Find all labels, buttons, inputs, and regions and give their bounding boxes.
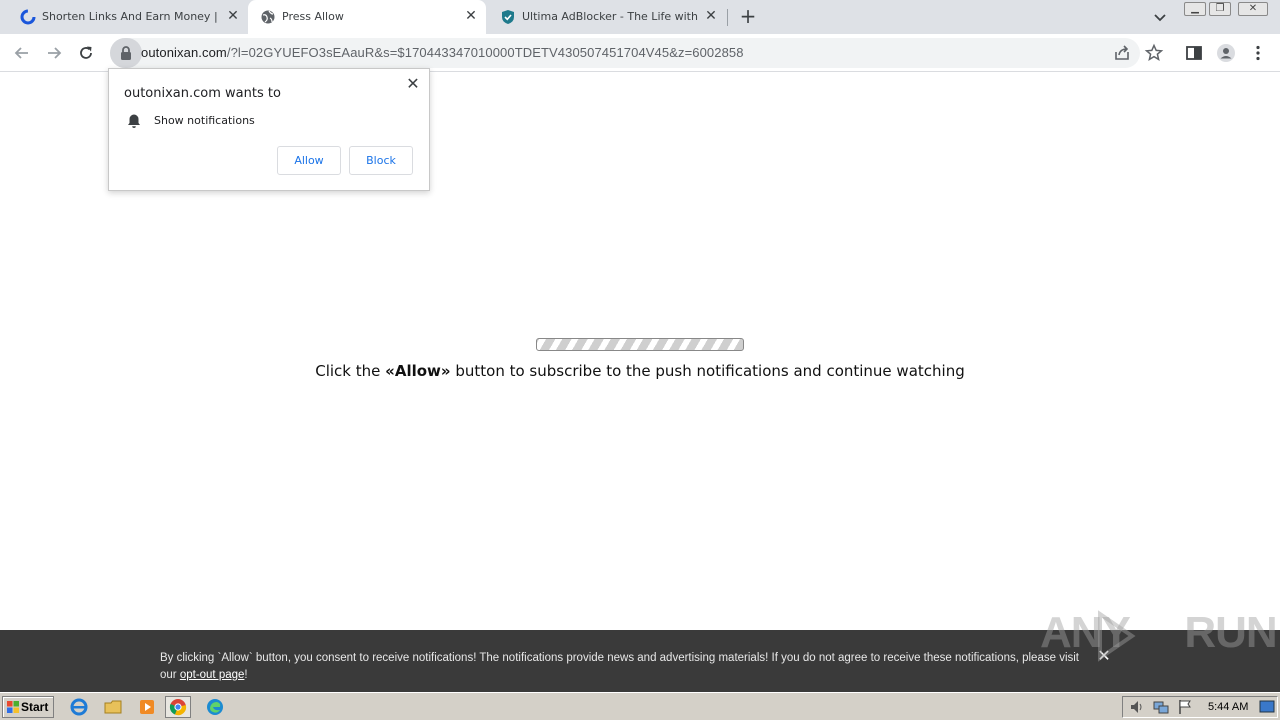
block-button[interactable]: Block	[349, 146, 413, 175]
close-icon[interactable]: ✕	[405, 76, 421, 92]
url-host: outonixan.com	[141, 45, 227, 60]
shield-icon	[502, 10, 514, 24]
tab-separator	[727, 9, 728, 26]
prompt-text-start: Click the	[315, 362, 386, 380]
share-icon[interactable]	[1112, 43, 1132, 63]
notification-permission-popup: outonixan.com wants to ✕ Show notificati…	[108, 68, 430, 191]
lock-icon	[121, 46, 131, 60]
anyrun-watermark: ANY RUN	[1040, 608, 1278, 662]
globe-icon	[261, 10, 275, 24]
folder-icon[interactable]	[104, 698, 122, 716]
chrome-taskbar-button[interactable]	[165, 696, 191, 718]
url-path: /?l=02GYUEFO3sEAauR&s=$170443347010000TD…	[226, 45, 744, 60]
windows-flag-icon	[7, 701, 19, 713]
show-desktop-icon[interactable]	[1258, 698, 1276, 716]
back-arrow-icon[interactable]	[12, 43, 32, 63]
restore-button[interactable]: ❐	[1209, 2, 1231, 16]
tab-cuty[interactable]: Shorten Links And Earn Money | cuty ✕	[8, 0, 246, 34]
start-label: Start	[21, 700, 49, 714]
bookmark-star-icon[interactable]	[1144, 43, 1164, 63]
consent-message-end: !	[244, 669, 248, 681]
play-logo-icon	[1098, 610, 1136, 662]
subscribe-prompt: Click the «Allow» button to subscribe to…	[0, 362, 1280, 380]
permission-title: outonixan.com wants to	[124, 86, 281, 101]
tab-strip: Shorten Links And Earn Money | cuty ✕ Pr…	[0, 0, 1280, 34]
profile-avatar-icon[interactable]	[1216, 43, 1236, 63]
close-tab-icon[interactable]: ✕	[226, 9, 240, 23]
consent-message: By clicking `Allow` button, you consent …	[160, 652, 1079, 681]
close-tab-icon[interactable]: ✕	[704, 9, 718, 23]
network-icon[interactable]	[1152, 698, 1170, 716]
tab-ultima-adblocker[interactable]: Ultima AdBlocker - The Life without A ✕	[488, 0, 726, 34]
prompt-allow-highlight: «Allow»	[385, 362, 451, 380]
cuty-favicon	[20, 9, 36, 25]
close-tab-icon[interactable]: ✕	[464, 9, 478, 23]
tab-title: Press Allow	[282, 10, 344, 23]
permission-description: Show notifications	[154, 114, 255, 127]
volume-icon[interactable]	[1128, 698, 1146, 716]
prompt-text-end: button to subscribe to the push notifica…	[450, 362, 965, 380]
reload-icon[interactable]	[76, 43, 96, 63]
chevron-down-icon[interactable]	[1152, 9, 1168, 25]
new-tab-button[interactable]: +	[738, 6, 758, 27]
side-panel-icon[interactable]	[1184, 43, 1204, 63]
minimize-button[interactable]: ▁	[1184, 2, 1206, 16]
address-bar[interactable]: outonixan.com/?l=02GYUEFO3sEAauR&s=$1704…	[110, 38, 1140, 68]
allow-button[interactable]: Allow	[277, 146, 341, 175]
taskbar: Start 5:44 AM	[0, 692, 1280, 720]
chrome-icon	[169, 699, 187, 716]
loading-progress-bar	[536, 338, 744, 351]
edge-icon[interactable]	[206, 698, 224, 716]
browser-toolbar: outonixan.com/?l=02GYUEFO3sEAauR&s=$1704…	[0, 34, 1280, 72]
tab-title: Shorten Links And Earn Money | cuty	[42, 10, 218, 23]
tab-press-allow[interactable]: Press Allow ✕	[248, 0, 486, 34]
taskbar-clock[interactable]: 5:44 AM	[1208, 701, 1248, 713]
bell-icon	[128, 114, 140, 128]
start-button[interactable]: Start	[2, 696, 54, 718]
consent-text: By clicking `Allow` button, you consent …	[160, 650, 1090, 684]
media-player-icon[interactable]	[138, 698, 156, 716]
more-menu-icon[interactable]	[1248, 43, 1268, 63]
url-text[interactable]: outonixan.com/?l=02GYUEFO3sEAauR&s=$1704…	[141, 45, 744, 60]
forward-arrow-icon[interactable]	[44, 43, 64, 63]
internet-explorer-icon[interactable]	[70, 698, 88, 716]
watermark-right: RUN	[1184, 608, 1277, 657]
tab-title: Ultima AdBlocker - The Life without A	[522, 10, 698, 23]
close-window-button[interactable]: ✕	[1238, 2, 1268, 16]
action-center-flag-icon[interactable]	[1176, 698, 1194, 716]
opt-out-link[interactable]: opt-out page	[180, 669, 245, 681]
site-info-button[interactable]	[110, 38, 142, 68]
